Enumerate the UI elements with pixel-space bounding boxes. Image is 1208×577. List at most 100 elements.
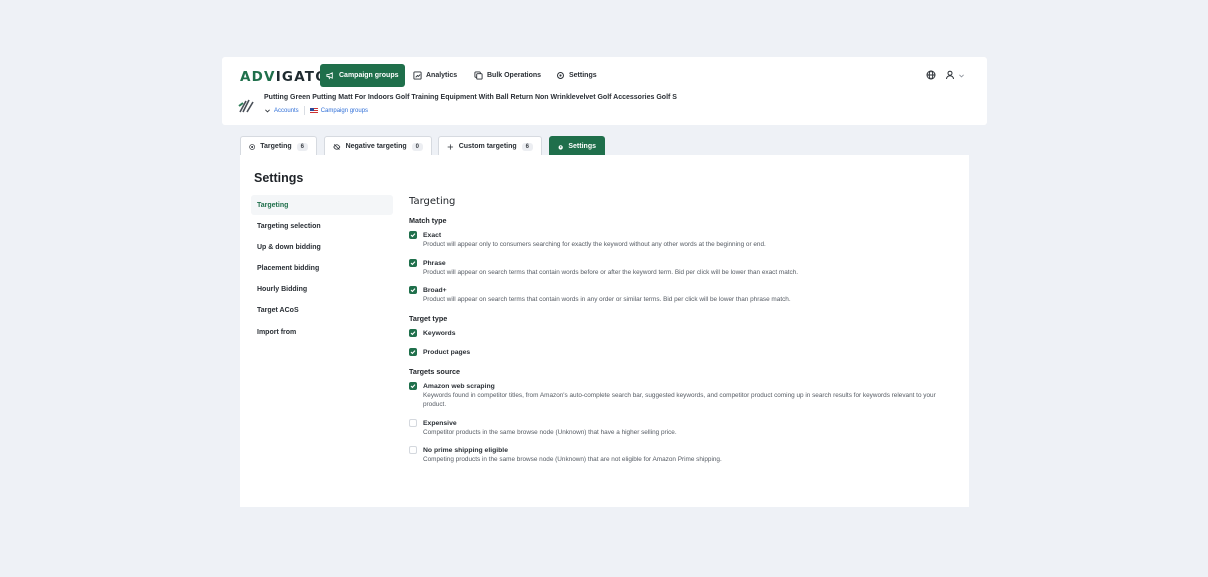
check-icon (410, 349, 416, 354)
option-product-pages: Product pages (409, 347, 949, 357)
option-description: Keywords found in competitor titles, fro… (423, 391, 936, 409)
option-description: Competing products in the same browse no… (423, 456, 722, 463)
check-icon (410, 383, 416, 388)
option-label: No prime shipping eligible (423, 447, 508, 454)
tab-settings[interactable]: Settings (549, 136, 605, 156)
count-badge: 6 (296, 142, 308, 151)
user-menu[interactable] (945, 70, 965, 80)
breadcrumb-campaign-groups[interactable]: Campaign groups (309, 107, 369, 114)
settings-sidebar: Targeting Targeting selection Up & down … (251, 195, 393, 343)
breadcrumb-divider (303, 106, 305, 115)
breadcrumb-label: Campaign groups (320, 107, 369, 114)
settings-panel: Settings Targeting Targeting selection U… (240, 155, 969, 507)
product-header: Putting Green Putting Matt For Indoors G… (238, 94, 958, 118)
settings-content: Targeting Match type Exact Product will … (409, 196, 949, 474)
option-description: Product will appear only to consumers se… (423, 241, 766, 248)
option-label: Expensive (423, 419, 457, 427)
amazon-web-scraping-checkbox[interactable] (409, 381, 417, 390)
globe-icon[interactable] (926, 70, 936, 80)
product-title: Putting Green Putting Matt For Indoors G… (264, 94, 677, 101)
megaphone-icon (326, 72, 333, 80)
target-type-group: Target type Keywords Product pages (409, 314, 949, 357)
group-title: Target type (409, 313, 448, 323)
group-title: Targets source (409, 366, 460, 376)
nav-analytics[interactable]: Analytics (407, 64, 463, 87)
keywords-checkbox[interactable] (409, 328, 417, 337)
tab-label: Custom targeting (458, 143, 517, 150)
check-icon (410, 233, 416, 238)
sidebar-item-placement-bidding[interactable]: Placement bidding (251, 259, 393, 279)
option-amazon-web-scraping: Amazon web scraping Keywords found in co… (409, 381, 949, 410)
sidebar-item-targeting-selection[interactable]: Targeting selection (251, 216, 393, 236)
gear-icon (558, 144, 564, 150)
count-badge: 0 (411, 142, 423, 151)
broad-checkbox[interactable] (409, 286, 417, 294)
copy-icon (474, 71, 483, 80)
count-badge: 6 (521, 142, 533, 151)
phrase-checkbox[interactable] (409, 258, 417, 267)
targets-source-group: Targets source Amazon web scraping Keywo… (409, 367, 949, 465)
sidebar-item-targeting[interactable]: Targeting (251, 195, 393, 215)
sidebar-item-import-from[interactable]: Import from (251, 322, 393, 342)
product-thumbnail (238, 99, 254, 113)
chevron-down-icon (265, 109, 270, 113)
option-phrase: Phrase Product will appear on search ter… (409, 258, 949, 278)
sidebar-item-target-acos[interactable]: Target ACoS (251, 301, 393, 321)
option-label: Exact (423, 232, 442, 239)
no-prime-shipping-checkbox[interactable] (409, 446, 417, 454)
exact-checkbox[interactable] (409, 231, 417, 239)
sidebar-item-up-down-bidding[interactable]: Up & down bidding (251, 237, 393, 257)
option-description: Product will appear on search terms that… (423, 268, 799, 276)
section-title: Targeting (409, 196, 456, 207)
group-title: Match type (409, 216, 447, 225)
tab-targeting[interactable]: Targeting 6 (240, 136, 317, 156)
option-exact: Exact Product will appear only to consum… (409, 231, 949, 250)
option-keywords: Keywords (409, 328, 949, 338)
tab-label: Negative targeting (345, 143, 407, 150)
nav-label: Bulk Operations (487, 72, 542, 79)
check-icon (410, 260, 416, 265)
nav-settings[interactable]: Settings (550, 64, 603, 87)
option-label: Amazon web scraping (423, 382, 495, 390)
chart-icon (413, 71, 422, 80)
check-icon (410, 288, 416, 293)
sidebar-item-hourly-bidding[interactable]: Hourly Bidding (251, 280, 393, 300)
nav-campaign-groups[interactable]: Campaign groups (320, 64, 405, 87)
option-expensive: Expensive Competitor products in the sam… (409, 418, 949, 438)
top-bar: ADVIGATOR Campaign groups Analytics Bulk… (222, 57, 987, 125)
plus-icon (447, 143, 454, 150)
breadcrumb-label: Accounts (274, 107, 299, 114)
option-label: Product pages (423, 348, 471, 356)
header-actions (926, 70, 965, 80)
nav-label: Settings (569, 72, 597, 79)
option-description: Product will appear on search terms that… (423, 296, 791, 303)
page-title: Settings (254, 171, 304, 185)
check-icon (410, 330, 416, 335)
user-icon (946, 70, 954, 80)
nav-bulk-operations[interactable]: Bulk Operations (468, 64, 547, 87)
target-icon (249, 143, 255, 150)
breadcrumb-accounts[interactable]: Accounts (264, 107, 299, 114)
logo-accent: ADV (240, 69, 276, 85)
option-label: Keywords (423, 329, 456, 337)
tab-label: Settings (568, 143, 596, 150)
product-pages-checkbox[interactable] (409, 347, 417, 356)
tab-label: Targeting (260, 143, 292, 150)
chevron-down-icon (959, 74, 964, 77)
gear-icon (557, 72, 564, 79)
option-no-prime-shipping: No prime shipping eligible Competing pro… (409, 446, 949, 465)
nav-label: Campaign groups (339, 72, 399, 79)
tab-custom-targeting[interactable]: Custom targeting 6 (438, 136, 542, 156)
expensive-checkbox[interactable] (409, 418, 417, 427)
option-description: Competitor products in the same browse n… (423, 428, 677, 436)
tab-negative-targeting[interactable]: Negative targeting 0 (324, 136, 432, 156)
main-nav: ADVIGATOR Campaign groups Analytics Bulk… (222, 64, 987, 88)
option-label: Broad+ (423, 287, 447, 294)
nav-label: Analytics (426, 72, 458, 79)
us-flag-icon (309, 108, 318, 113)
breadcrumb: Accounts Campaign groups (264, 106, 368, 115)
eye-off-icon (333, 143, 341, 150)
option-broad: Broad+ Product will appear on search ter… (409, 286, 949, 305)
option-label: Phrase (423, 259, 446, 267)
match-type-group: Match type Exact Product will appear onl… (409, 216, 949, 305)
